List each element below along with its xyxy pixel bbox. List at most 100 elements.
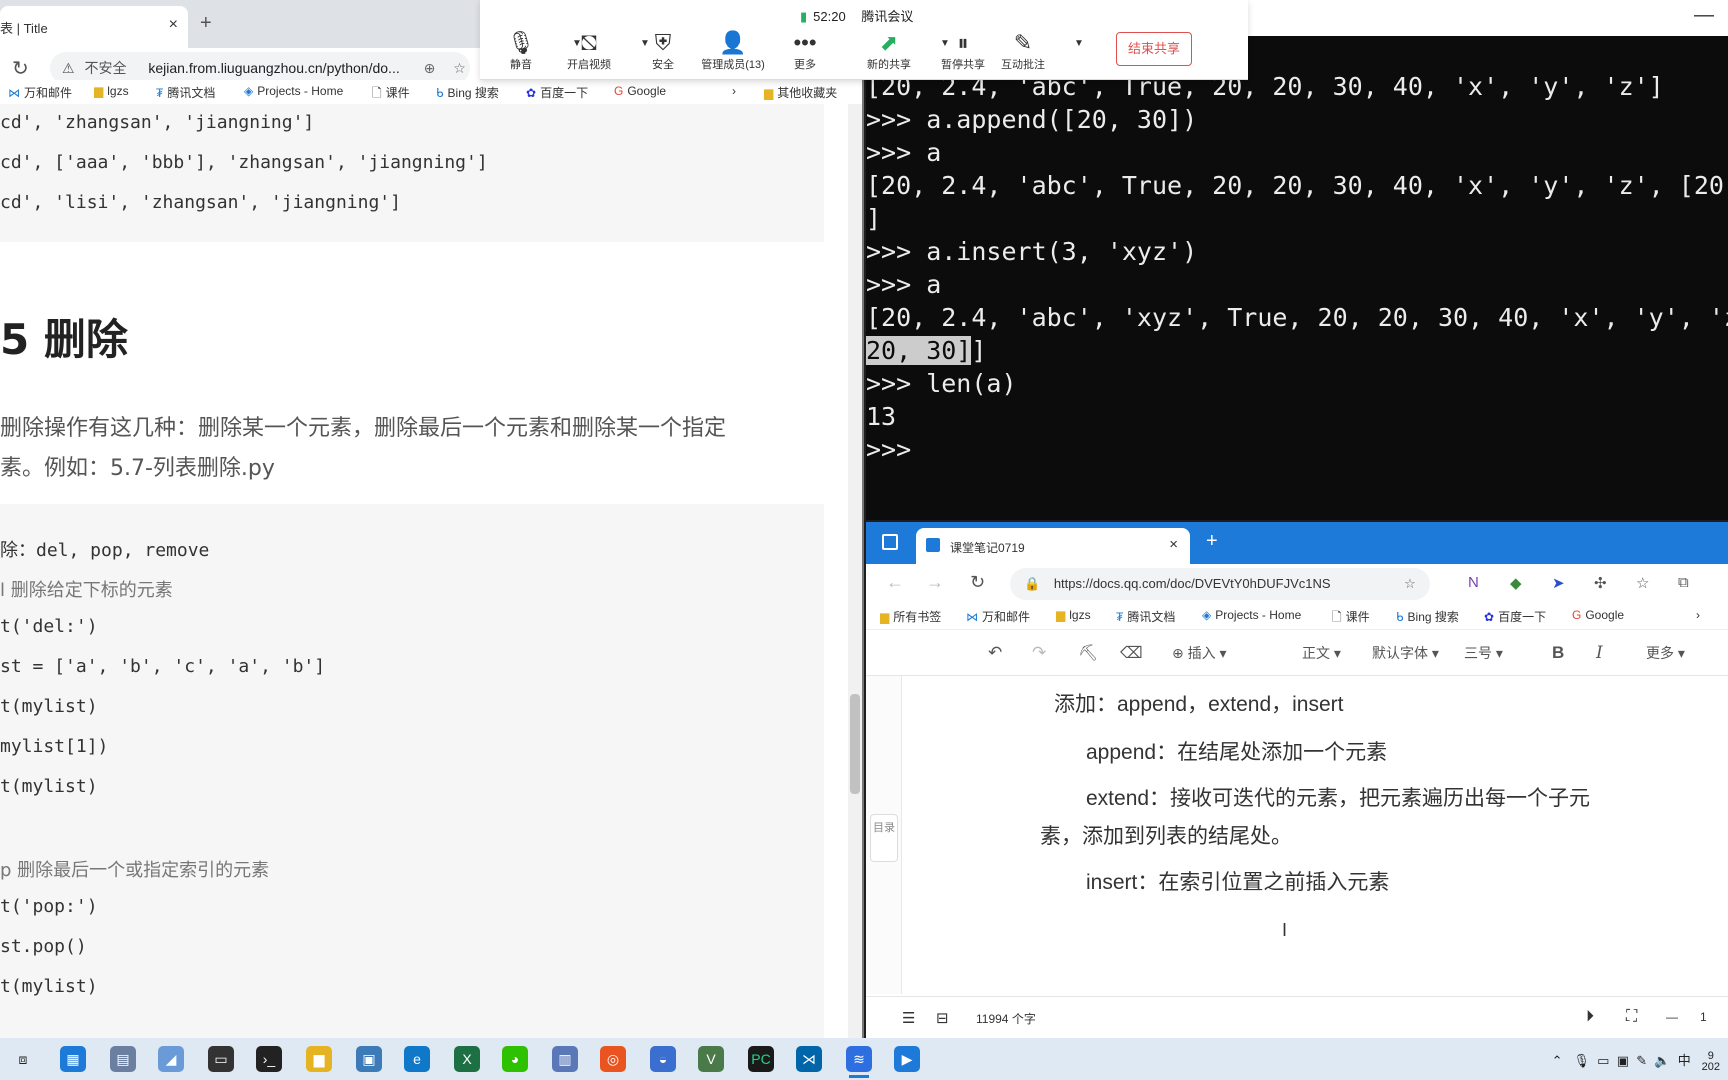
video-button[interactable]: ⛞ 开启视频 [554,30,624,72]
end-share-button[interactable]: 结束共享 [1116,32,1192,66]
new-tab-button[interactable]: + [200,12,212,35]
photos-icon[interactable]: ▣ [356,1046,382,1072]
console-icon[interactable]: ▭ [208,1046,234,1072]
undo-icon[interactable]: ↶ [988,643,1002,663]
pen-icon[interactable]: ✎ [1636,1053,1647,1068]
page-break-icon[interactable]: ⊟ [936,1009,949,1027]
minimize-button[interactable]: — [1694,4,1714,27]
bookmark-bing[interactable]: ᑲ Bing 搜索 [1396,608,1459,625]
bookmark-baidu[interactable]: ✿ 百度一下 [1484,608,1546,625]
bold-button[interactable]: B [1552,643,1564,663]
new-tab-button[interactable]: + [1206,530,1218,553]
format-painter-icon[interactable]: ⛏ [1078,643,1098,663]
favorite-icon[interactable]: ☆ [1404,576,1416,591]
chevron-right-icon[interactable]: › [1696,608,1700,622]
page-icon: 🗋 [372,86,382,100]
new-share-button[interactable]: ⬈ 新的共享 [854,30,924,72]
manage-members-button[interactable]: 👤 管理成员(13) [698,30,768,72]
mute-button[interactable]: 🎙 静音 [486,30,556,72]
pycharm-icon[interactable]: PC [748,1046,774,1072]
list-icon[interactable]: ☰ [902,1009,915,1027]
zoom-icon[interactable]: ⊕ [424,60,436,76]
tab-actions-icon[interactable] [882,534,898,550]
excel-icon[interactable]: X [454,1046,480,1072]
docs-browser-tab[interactable]: 课堂笔记0719 × [916,528,1190,564]
bookmark-google[interactable]: G Google [1572,608,1624,622]
bookmark-other[interactable]: ▆ 其他收藏夹 [764,84,837,101]
tencent-meeting-icon[interactable]: ≋ [846,1046,872,1078]
wechat-icon[interactable]: ◕ [502,1046,528,1072]
scrollbar-thumb[interactable] [850,694,860,794]
bookmark-all[interactable]: ▆ 所有书签 [880,608,941,625]
font-select[interactable]: 默认字体 ▾ [1372,643,1439,663]
document-page[interactable]: 目录 添加：append，extend，insert append：在结尾处添加… [866,676,1728,994]
redo-icon[interactable]: ↷ [1032,643,1046,663]
back-icon[interactable]: ← [886,572,904,593]
file-explorer-icon[interactable]: ▆ [306,1046,332,1072]
eraser-icon[interactable]: ⌫ [1120,643,1143,663]
bookmark-lgzs[interactable]: ▆ lgzs [1056,608,1091,622]
annotate-button[interactable]: ✎ 互动批注 [988,30,1058,72]
microphone-icon[interactable]: 🎙 [1573,1053,1590,1068]
tab-close-icon[interactable]: × [1169,536,1178,553]
font-size-select[interactable]: 三号 ▾ [1464,643,1503,663]
bookmark-wanhe[interactable]: ⋈ 万和邮件 [8,84,72,101]
ubuntu-icon[interactable]: ◎ [600,1046,626,1072]
favorites-icon[interactable]: ☆ [1636,574,1649,592]
vim-icon[interactable]: V [698,1046,724,1072]
bookmark-tencent-docs[interactable]: ₮ 腾讯文档 [1116,608,1175,625]
network-icon[interactable]: ▥ [552,1046,578,1072]
vm-icon[interactable]: ◒ [650,1046,676,1072]
tab-close-icon[interactable]: × [169,16,178,34]
volume-icon[interactable]: 🔈 [1654,1053,1670,1068]
fullscreen-icon[interactable]: ⛶ [1626,1008,1637,1026]
onenote-icon[interactable]: N [1468,574,1479,591]
task-view-icon[interactable]: ⧈ [10,1046,36,1072]
input-method[interactable]: 中 [1678,1053,1691,1068]
edge-icon[interactable]: e [404,1046,430,1072]
more-menu[interactable]: 更多 ▾ [1646,643,1685,663]
paragraph-style-select[interactable]: 正文 ▾ [1302,643,1341,663]
bookmark-projects[interactable]: ◈ Projects - Home [244,84,343,98]
display-icon[interactable]: ▣ [1617,1053,1629,1068]
toc-button[interactable]: 目录 [870,814,898,862]
collections-icon[interactable]: ⧉ [1678,574,1689,591]
reload-icon[interactable]: ↻ [12,56,29,81]
bookmark-kejian[interactable]: 🗋 课件 [372,84,410,105]
screen-share-icon[interactable]: ▶ [894,1046,920,1072]
vscode-icon[interactable]: ⋊ [796,1046,822,1072]
play-icon[interactable]: ⏵ [1586,1008,1594,1026]
reload-icon[interactable]: ↻ [970,572,985,593]
bookmark-wanhe[interactable]: ⋈ 万和邮件 [966,608,1030,625]
bookmark-tencent-docs[interactable]: ₮ 腾讯文档 [156,84,215,101]
security-button[interactable]: ⛨ 安全 [628,30,698,72]
bookmark-google[interactable]: G Google [614,84,666,98]
calculator-icon[interactable]: ▤ [110,1046,136,1072]
calendar-icon[interactable]: ▦ [60,1046,86,1072]
chevron-down-icon[interactable]: ▼ [1074,38,1084,49]
network-icon[interactable]: ▭ [1597,1053,1609,1068]
extension-icon[interactable]: ➤ [1552,574,1565,592]
clock[interactable]: 9 202 [1702,1050,1720,1073]
extension-icon[interactable]: ◆ [1510,574,1522,592]
left-browser-tab[interactable]: 表 | Title × [0,6,188,48]
bookmark-bing[interactable]: ᑲ Bing 搜索 [436,84,499,101]
chevron-up-icon[interactable]: ⌃ [1552,1053,1563,1068]
terminal-icon[interactable]: ›_ [256,1046,282,1072]
insert-menu[interactable]: ⊕ 插入 ▾ [1172,643,1227,663]
bookmark-kejian[interactable]: 🗋 课件 [1332,608,1370,629]
address-bar[interactable]: 🔒 https://docs.qq.com/doc/DVEVtY0hDUFJVc… [1010,568,1430,600]
bookmark-lgzs[interactable]: ▆ lgzs [94,84,129,98]
forward-icon[interactable]: → [926,572,944,593]
more-button[interactable]: ••• 更多 [770,30,840,72]
more-icon: ••• [793,30,817,55]
puzzle-icon[interactable]: ✣ [1594,574,1607,592]
italic-button[interactable]: I [1596,643,1603,663]
zoom-out-button[interactable]: — [1666,1010,1678,1024]
favorite-icon[interactable]: ☆ [453,60,466,76]
chevron-right-icon[interactable]: › [732,84,736,98]
bookmark-projects[interactable]: ◈ Projects - Home [1202,608,1301,622]
notes-icon[interactable]: ◢ [158,1046,184,1072]
bookmark-baidu[interactable]: ✿ 百度一下 [526,84,588,101]
vertical-scrollbar[interactable] [848,104,862,1038]
